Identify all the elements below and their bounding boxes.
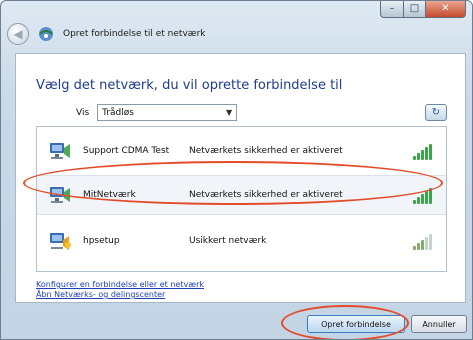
chevron-down-icon: ▼ xyxy=(226,108,233,117)
close-icon: ✕ xyxy=(441,3,450,14)
dropdown-value: Trådløs xyxy=(102,107,134,118)
close-button[interactable]: ✕ xyxy=(426,1,466,18)
signal-strength-icon xyxy=(413,232,432,250)
network-status: Netværkets sikkerhed er aktiveret xyxy=(189,190,343,200)
window-title: Opret forbindelse til et netværk xyxy=(63,29,206,39)
filter-label: Vis xyxy=(76,107,90,118)
maximize-button[interactable]: □ xyxy=(404,1,426,18)
network-connect-icon xyxy=(37,25,55,43)
connect-button-label: Opret forbindelse xyxy=(321,319,391,329)
network-name: hpsetup xyxy=(83,236,120,246)
connect-button[interactable]: Opret forbindelse xyxy=(307,315,405,333)
network-status: Usikkert netværk xyxy=(189,236,267,246)
network-list: Support CDMA Test Netværkets sikkerhed e… xyxy=(36,126,447,272)
network-item-selected[interactable]: MitNetværk Netværkets sikkerhed er aktiv… xyxy=(37,175,446,215)
network-status: Netværkets sikkerhed er aktiveret xyxy=(189,146,343,156)
network-type-dropdown[interactable]: Trådløs ▼ xyxy=(97,104,238,121)
setup-connection-link[interactable]: Konfigurer en forbindelse eller et netvæ… xyxy=(36,280,204,289)
minimize-button[interactable]: – xyxy=(380,1,404,18)
secured-network-icon xyxy=(47,140,73,162)
network-item[interactable]: hpsetup Usikkert netværk xyxy=(37,221,446,261)
secured-network-icon xyxy=(47,184,73,206)
back-button[interactable]: ◀ xyxy=(7,23,29,45)
content-panel: Vælg det netværk, du vil oprette forbind… xyxy=(15,53,466,303)
unsecured-network-icon xyxy=(47,230,73,252)
window-controls: – □ ✕ xyxy=(380,1,466,18)
title-bar: ◀ Opret forbindelse til et netværk xyxy=(7,21,466,47)
cancel-button[interactable]: Annuller xyxy=(411,315,467,333)
cancel-button-label: Annuller xyxy=(422,319,456,329)
filter-row: Vis Trådløs ▼ xyxy=(76,104,238,121)
signal-strength-icon xyxy=(413,186,432,204)
network-name: Support CDMA Test xyxy=(83,146,170,156)
network-item[interactable]: Support CDMA Test Netværkets sikkerhed e… xyxy=(37,131,446,171)
network-name: MitNetværk xyxy=(83,190,136,200)
minimize-icon: – xyxy=(389,3,395,14)
signal-strength-icon xyxy=(413,142,432,160)
network-sharing-center-link[interactable]: Åbn Netværks- og delingscenter xyxy=(36,290,165,299)
refresh-button[interactable]: ↻ xyxy=(425,104,447,121)
connect-to-network-window: – □ ✕ ◀ Opret forbindelse til et netværk… xyxy=(0,0,473,340)
back-arrow-icon: ◀ xyxy=(13,27,23,41)
page-heading: Vælg det netværk, du vil oprette forbind… xyxy=(36,78,343,93)
maximize-icon: □ xyxy=(409,3,420,14)
refresh-icon: ↻ xyxy=(431,107,441,118)
